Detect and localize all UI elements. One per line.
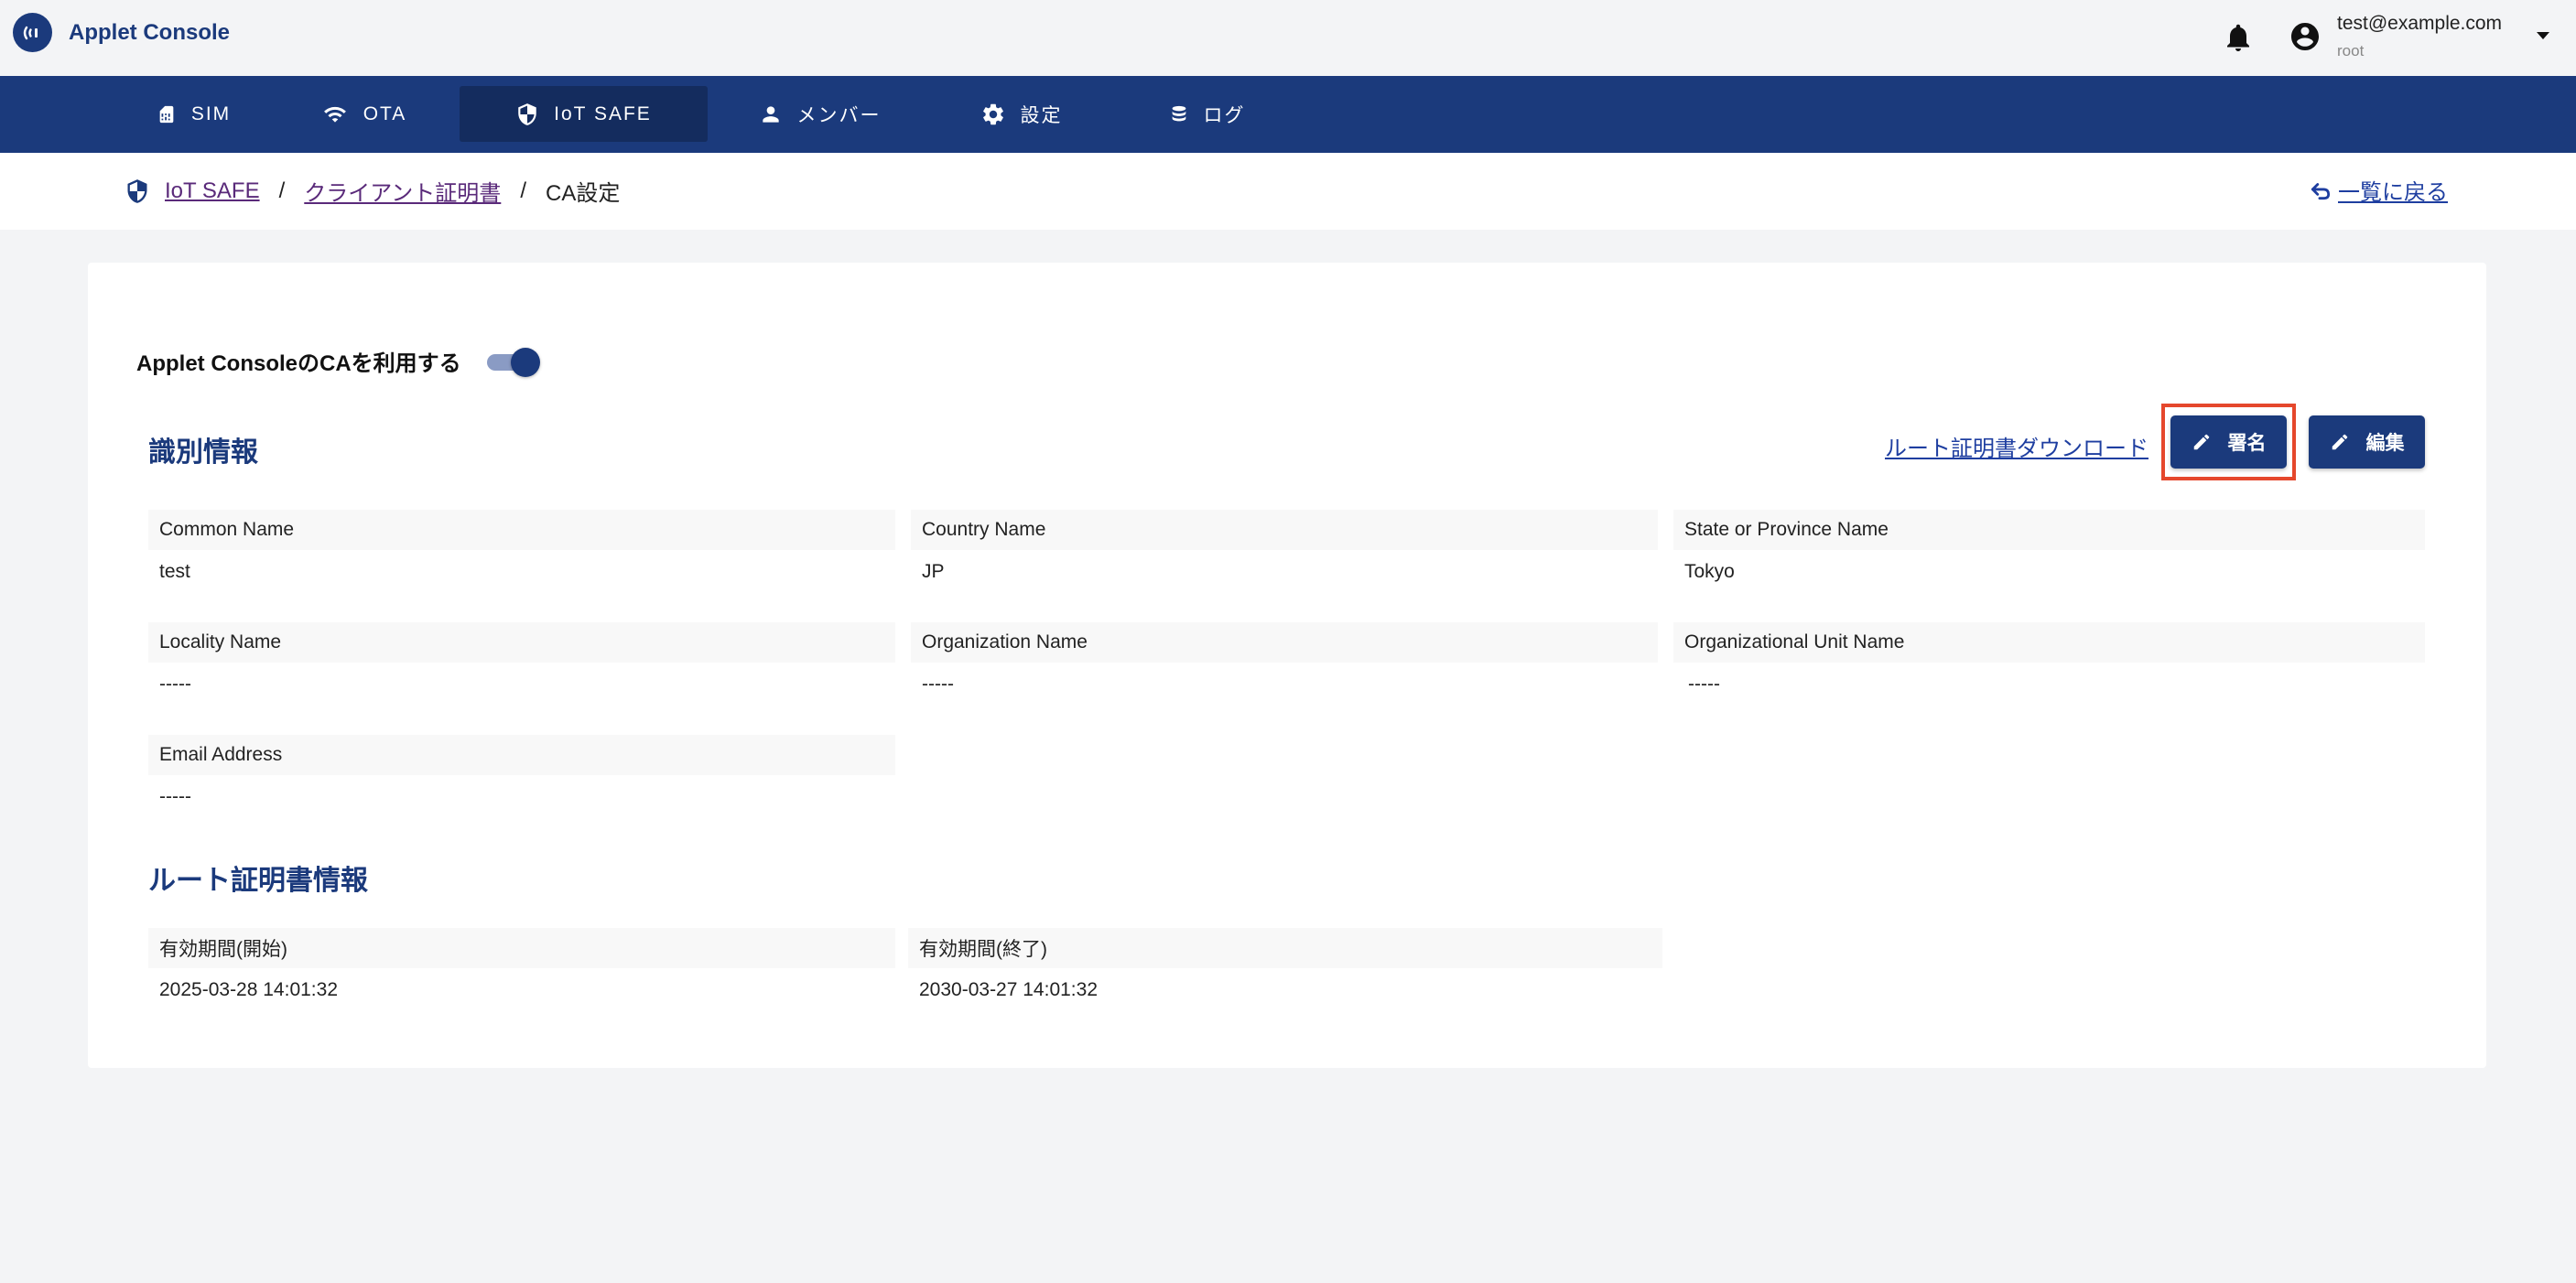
ca-settings-card: Applet ConsoleのCAを利用する 識別情報 ルート証明書ダウンロード… <box>88 263 2486 1068</box>
gear-icon <box>982 103 1003 124</box>
user-menu[interactable]: test@example.com root <box>2337 13 2502 60</box>
field-value: ----- <box>922 674 954 695</box>
breadcrumb-separator: / <box>278 178 286 203</box>
field-value: JP <box>922 561 945 582</box>
app-title: Applet Console <box>69 19 231 45</box>
sign-button[interactable]: 署名 <box>2170 415 2287 469</box>
field-label: 有効期間(開始) <box>148 928 895 968</box>
breadcrumb-current: CA設定 <box>545 181 621 206</box>
account-circle-icon[interactable] <box>2289 20 2322 53</box>
edit-button[interactable]: 編集 <box>2309 415 2425 469</box>
ca-toggle-switch[interactable] <box>486 346 542 377</box>
field-value: test <box>159 561 190 582</box>
field-country-name: Country Name JP <box>911 510 1658 583</box>
nav-tab-label: SIM <box>190 102 232 124</box>
field-label: Country Name <box>911 510 1658 550</box>
sign-button-label: 署名 <box>2227 433 2267 454</box>
caret-down-icon[interactable] <box>2534 29 2552 42</box>
pencil-icon <box>2193 434 2209 450</box>
field-value: 2030-03-27 14:01:32 <box>919 979 1098 1000</box>
back-link-label: 一覧に戻る <box>2338 180 2448 205</box>
ca-toggle-label: Applet ConsoleのCAを利用する <box>136 351 461 376</box>
person-icon <box>762 105 779 123</box>
nav-tab-label: 設定 <box>1020 104 1063 126</box>
user-email: test@example.com <box>2337 13 2503 34</box>
top-header: Applet Console test@example.com root <box>0 0 2576 76</box>
field-value: ----- <box>1688 674 1720 695</box>
field-value: 2025-03-28 14:01:32 <box>159 979 338 1000</box>
edit-button-label: 編集 <box>2365 433 2405 454</box>
field-label: Email Address <box>148 735 895 775</box>
field-email-address: Email Address ----- <box>148 735 895 808</box>
field-label: Organization Name <box>911 622 1658 663</box>
field-value: ----- <box>159 786 191 807</box>
toggle-thumb <box>510 347 540 377</box>
root-cert-section-title: ルート証明書情報 <box>148 866 368 896</box>
main-nav: SIM OTA IoT SAFE メンバー 設定 ログ <box>0 76 2576 153</box>
field-organization-name: Organization Name ----- <box>911 622 1658 695</box>
sim-card-icon <box>159 105 174 123</box>
pencil-icon <box>2332 434 2347 450</box>
field-valid-from: 有効期間(開始) 2025-03-28 14:01:32 <box>148 928 895 1001</box>
back-to-list-link[interactable]: 一覧に戻る <box>2309 174 2448 206</box>
shield-icon <box>127 178 147 203</box>
field-value: Tokyo <box>1684 561 1735 582</box>
ca-toggle-row: Applet ConsoleのCAを利用する <box>136 345 542 377</box>
shield-icon <box>518 102 536 125</box>
nav-tab-label: ログ <box>1203 104 1246 126</box>
nav-tab-logs[interactable]: ログ <box>1083 86 1331 142</box>
field-label: Common Name <box>148 510 895 550</box>
field-label: Organizational Unit Name <box>1673 622 2425 663</box>
field-label: Locality Name <box>148 622 895 663</box>
root-cert-download-link[interactable]: ルート証明書ダウンロード <box>1885 430 2148 462</box>
database-icon <box>1172 105 1185 121</box>
nav-tab-label: メンバー <box>796 104 882 126</box>
breadcrumb-bar: IoT SAFE / クライアント証明書 / CA設定 <box>0 153 2576 230</box>
field-state-name: State or Province Name Tokyo <box>1673 510 2425 583</box>
wifi-icon <box>323 106 346 123</box>
field-label: 有効期間(終了) <box>908 928 1662 968</box>
field-value: ----- <box>159 674 191 695</box>
breadcrumb-link-iot-safe[interactable]: IoT SAFE <box>165 178 260 204</box>
nav-tab-iot-safe[interactable]: IoT SAFE <box>460 86 708 142</box>
user-role: root <box>2337 42 2365 59</box>
breadcrumb: IoT SAFE / クライアント証明書 / CA設定 <box>124 175 620 207</box>
field-valid-to: 有効期間(終了) 2030-03-27 14:01:32 <box>908 928 1662 1001</box>
field-label: State or Province Name <box>1673 510 2425 550</box>
field-locality-name: Locality Name ----- <box>148 622 895 695</box>
nav-tab-label: IoT SAFE <box>554 102 652 124</box>
return-arrow-icon <box>2311 182 2331 199</box>
field-common-name: Common Name test <box>148 510 895 583</box>
app-logo-icon <box>13 13 52 52</box>
breadcrumb-link-client-cert[interactable]: クライアント証明書 <box>304 175 501 207</box>
notification-bell-icon[interactable] <box>2222 20 2255 55</box>
breadcrumb-separator: / <box>520 178 526 203</box>
nav-tab-label: OTA <box>363 102 407 124</box>
field-org-unit-name: Organizational Unit Name ----- <box>1673 622 2425 695</box>
identity-section-title: 識別情報 <box>148 437 258 468</box>
nav-tab-ota[interactable]: OTA <box>240 86 488 142</box>
brand[interactable]: Applet Console <box>13 13 230 52</box>
